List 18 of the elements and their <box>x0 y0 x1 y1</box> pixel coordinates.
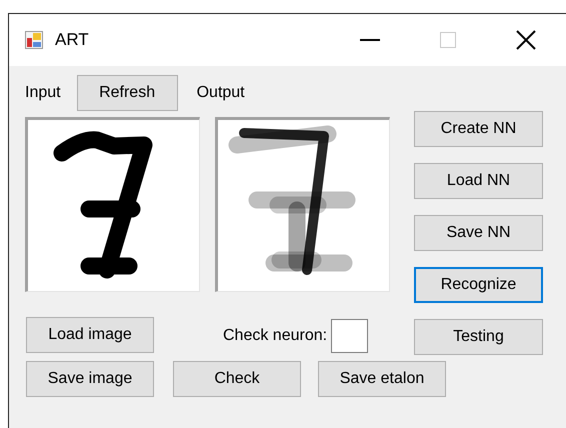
output-label: Output <box>196 84 245 102</box>
side-button[interactable]: Save NN <box>414 215 543 251</box>
side-button[interactable]: Testing <box>414 319 543 355</box>
side-button[interactable]: Recognize <box>414 267 543 303</box>
bottom-button[interactable]: Save etalon <box>318 361 446 397</box>
input-digit-drawing[interactable] <box>25 117 200 292</box>
window-title: ART <box>55 30 89 50</box>
bottom-button[interactable]: Check <box>173 361 301 397</box>
load-image-button[interactable]: Load image <box>26 317 154 353</box>
input-label: Input <box>25 84 61 102</box>
bottom-button[interactable]: Save image <box>26 361 154 397</box>
close-icon[interactable] <box>514 28 538 52</box>
refresh-button[interactable]: Refresh <box>76 75 178 111</box>
check-neuron-field[interactable] <box>331 319 368 353</box>
side-button[interactable]: Load NN <box>414 163 543 199</box>
app-icon <box>25 31 43 49</box>
side-button[interactable]: Create NN <box>414 111 543 147</box>
check-neuron-label: Check neuron: <box>223 327 328 345</box>
